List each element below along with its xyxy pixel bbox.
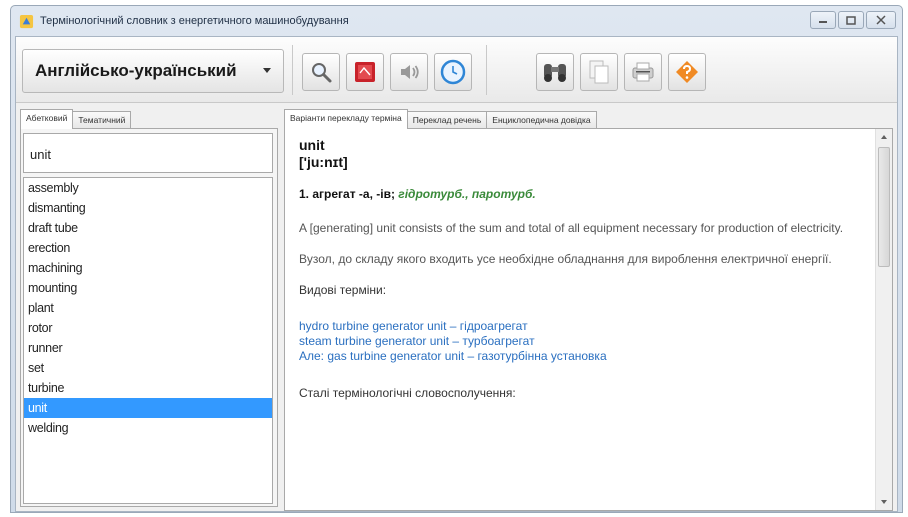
search-icon: [312, 63, 332, 83]
window-controls: [810, 11, 896, 29]
printer-icon: [632, 62, 654, 82]
minimize-icon: [819, 21, 827, 23]
scroll-down-icon[interactable]: [881, 500, 887, 504]
toolbar: Англійсько-український: [16, 37, 897, 103]
search-button[interactable]: [302, 53, 340, 91]
left-pane: Абетковий Тематичний unit assembly disma…: [20, 109, 278, 507]
article-panel: unit ['ju:nɪt] 1. агрегат -а, -ів; гідро…: [284, 128, 893, 511]
list-item[interactable]: set: [24, 358, 272, 378]
headword: unit: [299, 137, 325, 153]
help-icon: [676, 61, 698, 83]
list-item[interactable]: unit: [24, 398, 272, 418]
list-item[interactable]: rotor: [24, 318, 272, 338]
sense-main: 1. агрегат -а, -ів;: [299, 187, 395, 201]
pronounce-button[interactable]: [390, 53, 428, 91]
definition-uk: Вузол, до складу якого входить усе необх…: [299, 252, 832, 266]
chevron-down-icon: [263, 68, 271, 73]
list-item[interactable]: assembly: [24, 178, 272, 198]
article-content: unit ['ju:nɪt] 1. агрегат -а, -ів; гідро…: [299, 137, 866, 510]
transcription: ['ju:nɪt]: [299, 154, 348, 170]
book-icon: [355, 62, 375, 82]
list-item[interactable]: welding: [24, 418, 272, 438]
article-scrollbar[interactable]: [875, 129, 892, 510]
list-item[interactable]: mounting: [24, 278, 272, 298]
window-title: Термінологічний словник з енергетичного …: [40, 15, 349, 27]
toolbar-separator: [292, 45, 293, 95]
sense-domains: гідротурб., паротурб.: [398, 187, 536, 201]
print-button[interactable]: [624, 53, 662, 91]
tab-thematic[interactable]: Тематичний: [72, 111, 132, 129]
find-button[interactable]: [536, 53, 574, 91]
scroll-up-icon[interactable]: [881, 135, 887, 139]
scroll-thumb[interactable]: [878, 147, 890, 267]
left-pane-body: unit assembly dismanting draft tube erec…: [20, 128, 278, 507]
word-list: assembly dismanting draft tube erection …: [23, 177, 273, 504]
phrases-label: Сталі термінологічні словосполучення:: [299, 386, 516, 400]
tab-alphabetical[interactable]: Абетковий: [20, 109, 74, 129]
minimize-button[interactable]: [810, 11, 836, 29]
help-button[interactable]: [668, 53, 706, 91]
species-label: Видові терміни:: [299, 283, 387, 297]
close-icon: [876, 15, 886, 25]
tab-translation-variants[interactable]: Варіанти перекладу терміна: [284, 109, 408, 129]
list-item[interactable]: dismanting: [24, 198, 272, 218]
tab-encyclopedic-reference[interactable]: Енциклопедична довідка: [486, 111, 597, 129]
right-pane: Варіанти перекладу терміна Переклад рече…: [284, 109, 893, 511]
maximize-button[interactable]: [838, 11, 864, 29]
right-tabs: Варіанти перекладу терміна Переклад рече…: [284, 109, 597, 129]
species-term-link[interactable]: Але: gas turbine generator unit – газоту…: [299, 349, 866, 364]
clock-icon: [440, 59, 466, 85]
language-select[interactable]: Англійсько-український: [22, 49, 284, 93]
close-button[interactable]: [866, 11, 896, 29]
list-item[interactable]: machining: [24, 258, 272, 278]
app-icon: [19, 14, 34, 28]
tab-sentence-translation[interactable]: Переклад речень: [406, 111, 488, 129]
list-item[interactable]: erection: [24, 238, 272, 258]
list-item[interactable]: draft tube: [24, 218, 272, 238]
list-item[interactable]: plant: [24, 298, 272, 318]
title-bar[interactable]: Термінологічний словник з енергетичного …: [11, 6, 902, 36]
dictionary-button[interactable]: [346, 53, 384, 91]
maximize-icon: [846, 15, 856, 25]
toolbar-separator: [486, 45, 487, 95]
language-select-value: Англійсько-український: [35, 61, 237, 80]
search-input[interactable]: unit: [23, 133, 273, 173]
definition-en: A [generating] unit consists of the sum …: [299, 221, 844, 235]
species-terms: hydro turbine generator unit – гідроагре…: [299, 319, 866, 364]
speaker-icon: [401, 65, 419, 79]
species-term-link[interactable]: steam turbine generator unit – турбоагре…: [299, 334, 866, 349]
app-window: Термінологічний словник з енергетичного …: [10, 5, 903, 513]
sense-line: 1. агрегат -а, -ів; гідротурб., паротурб…: [299, 187, 866, 201]
history-button[interactable]: [434, 53, 472, 91]
copy-button[interactable]: [580, 53, 618, 91]
species-term-link[interactable]: hydro turbine generator unit – гідроагре…: [299, 319, 866, 334]
left-tabs: Абетковий Тематичний: [20, 109, 132, 129]
client-area: Англійсько-український Абетковий Тематич…: [15, 36, 898, 512]
binoculars-icon: [544, 64, 566, 82]
list-item[interactable]: runner: [24, 338, 272, 358]
copy-icon: [589, 60, 609, 84]
list-item[interactable]: turbine: [24, 378, 272, 398]
